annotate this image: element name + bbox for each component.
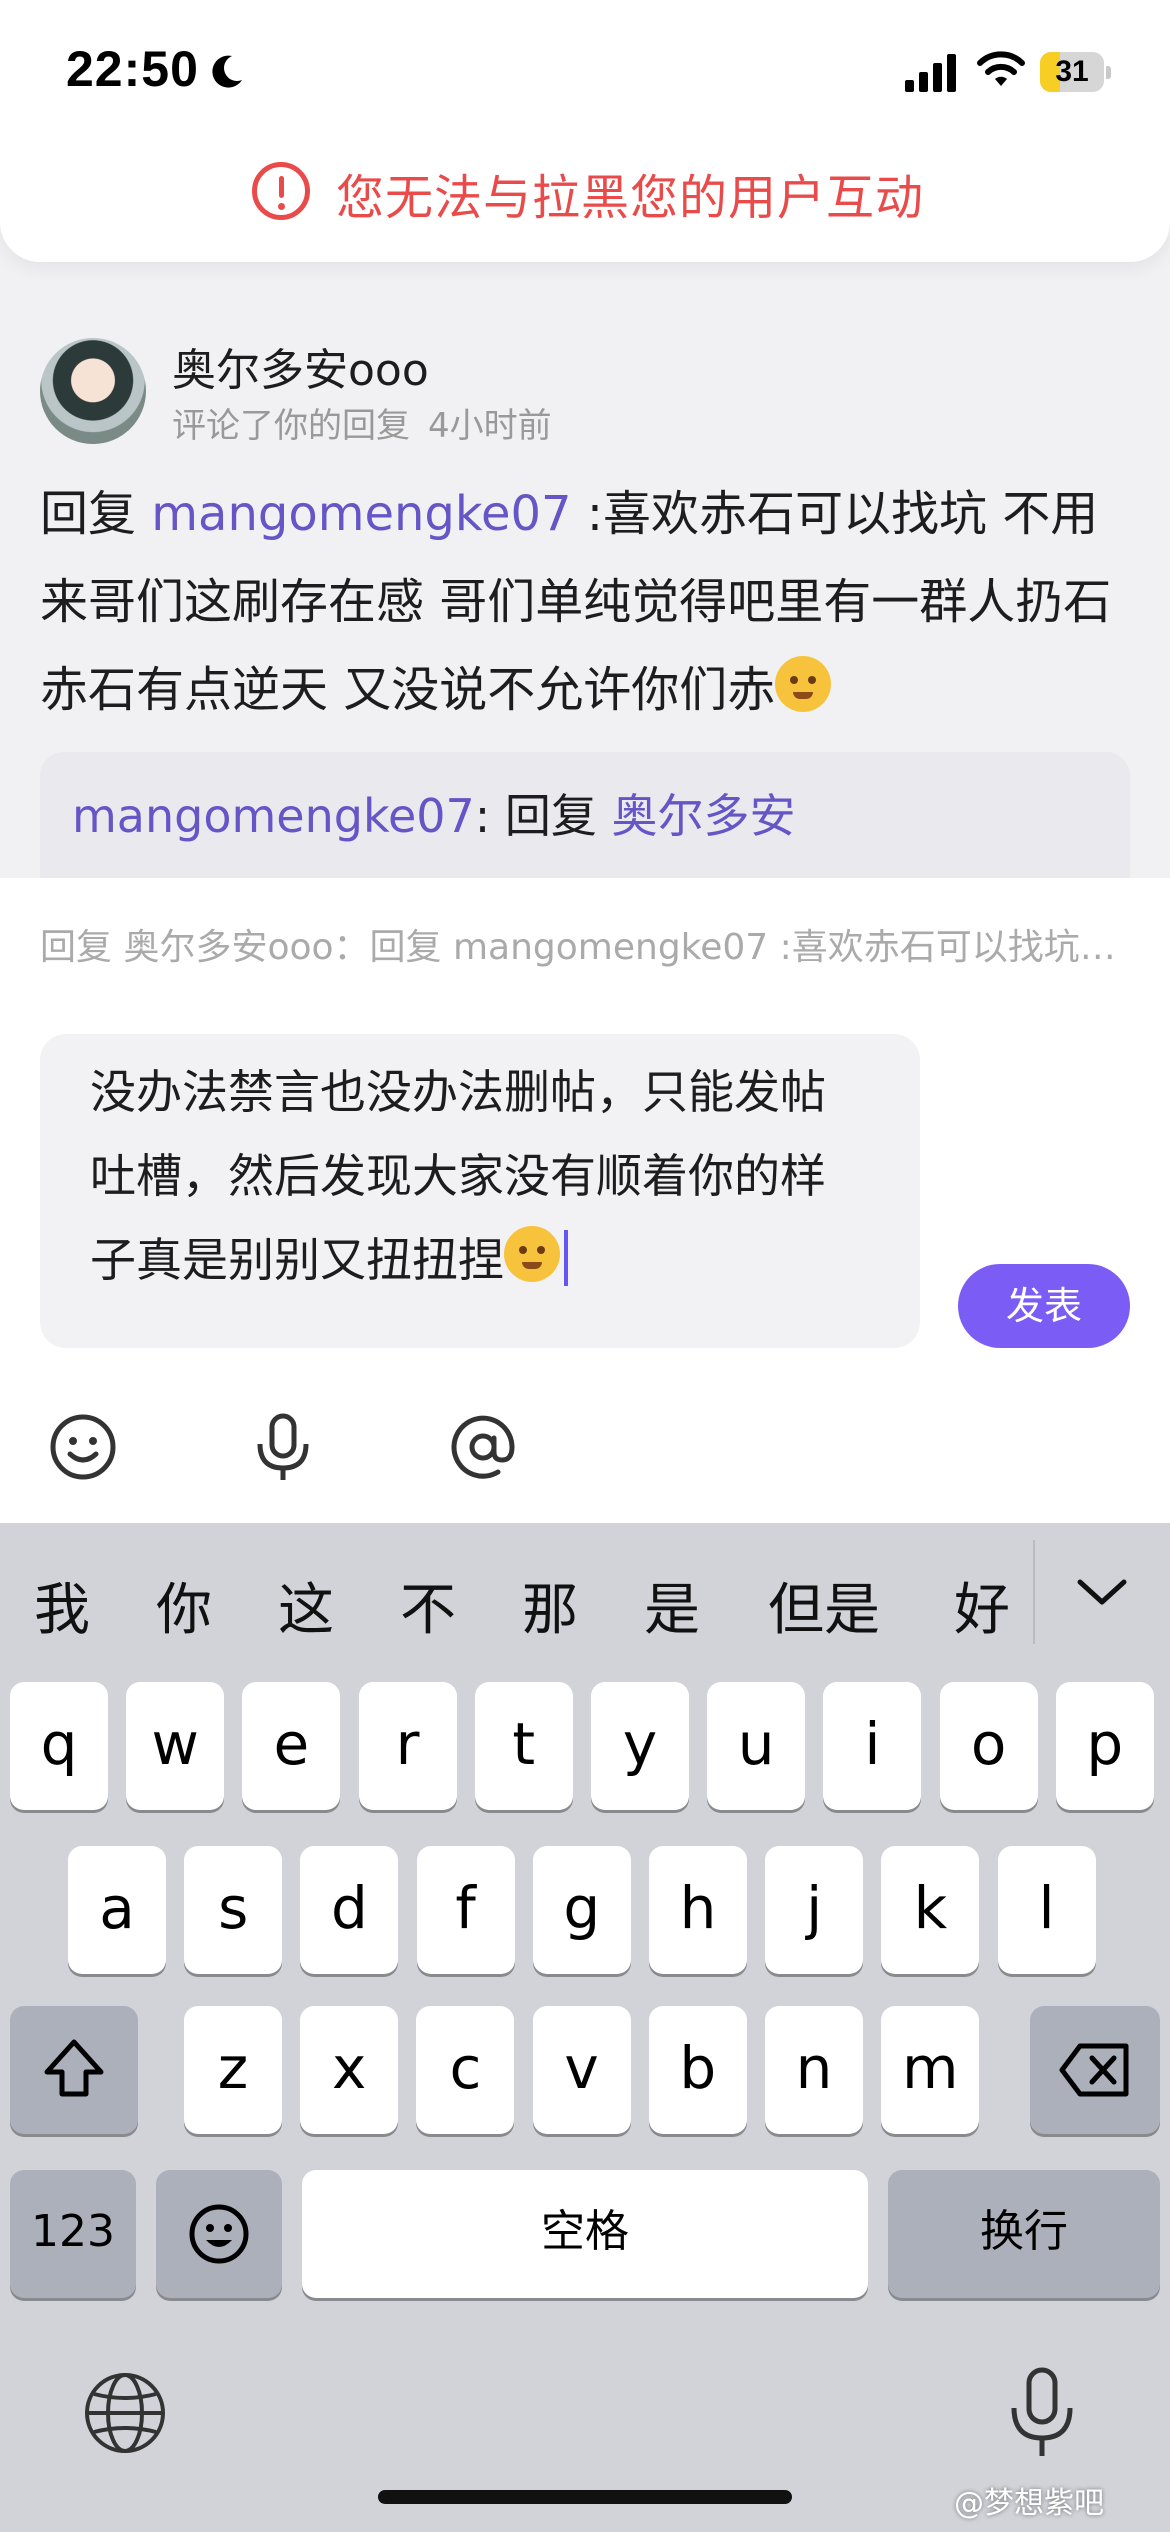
send-button[interactable]: 发表 bbox=[958, 1264, 1130, 1348]
key-b[interactable]: b bbox=[648, 2006, 747, 2134]
timestamp: 4小时前 bbox=[428, 406, 552, 446]
key-o[interactable]: o bbox=[939, 1682, 1038, 1810]
candidate-6[interactable]: 但是 bbox=[768, 1565, 880, 1646]
key-w[interactable]: w bbox=[126, 1682, 225, 1810]
emoji-icon bbox=[189, 2204, 249, 2264]
wifi-icon bbox=[977, 51, 1025, 86]
at-icon[interactable] bbox=[446, 1410, 520, 1484]
numbers-key[interactable]: 123 bbox=[10, 2170, 136, 2298]
key-d[interactable]: d bbox=[300, 1846, 399, 1974]
smiley-icon[interactable] bbox=[46, 1410, 120, 1484]
chevron-down-icon[interactable] bbox=[1074, 1572, 1130, 1612]
banner-message: 您无法与拉黑您的用户互动 bbox=[336, 170, 925, 226]
moon-icon bbox=[212, 55, 242, 88]
key-k[interactable]: k bbox=[881, 1846, 980, 1974]
key-h[interactable]: h bbox=[649, 1846, 747, 1974]
globe-icon[interactable] bbox=[82, 2370, 168, 2456]
laughing-emoji-icon bbox=[504, 1226, 560, 1282]
key-n[interactable]: n bbox=[765, 2006, 863, 2134]
key-l[interactable]: l bbox=[997, 1846, 1096, 1974]
space-key[interactable]: 空格 bbox=[302, 2170, 868, 2298]
candidate-4[interactable]: 那 bbox=[522, 1565, 578, 1646]
avatar[interactable] bbox=[40, 338, 146, 444]
quote-target[interactable]: 奥尔多安 bbox=[612, 789, 796, 843]
key-e[interactable]: e bbox=[242, 1682, 341, 1810]
emoji-key[interactable] bbox=[156, 2170, 282, 2298]
shift-icon bbox=[44, 2039, 104, 2097]
input-text: 没办法禁言也没办法删帖，只能发帖吐槽，然后发现大家没有顺着你的样子真是别别又扭扭… bbox=[90, 1065, 826, 1287]
key-y[interactable]: y bbox=[591, 1682, 689, 1810]
notification-meta: 评论了你的回复 4小时前 bbox=[172, 398, 570, 447]
return-key[interactable]: 换行 bbox=[888, 2170, 1160, 2298]
key-c[interactable]: c bbox=[416, 2006, 515, 2134]
quote-author[interactable]: mangomengke07 bbox=[72, 789, 475, 843]
candidate-2[interactable]: 这 bbox=[278, 1565, 334, 1646]
watermark: @梦想紫吧 bbox=[954, 2486, 1104, 2521]
key-r[interactable]: r bbox=[358, 1682, 457, 1810]
reply-input[interactable]: 没办法禁言也没办法删帖，只能发帖吐槽，然后发现大家没有顺着你的样子真是别别又扭扭… bbox=[40, 1034, 920, 1348]
dictation-microphone-icon[interactable] bbox=[1004, 2364, 1080, 2460]
key-p[interactable]: p bbox=[1055, 1682, 1154, 1810]
quote-sep: : 回复 bbox=[474, 789, 612, 843]
mention-link[interactable]: mangomengke07 bbox=[151, 486, 571, 542]
action-text: 评论了你的回复 bbox=[172, 406, 410, 446]
key-a[interactable]: a bbox=[68, 1846, 166, 1974]
battery-icon: 31 bbox=[1040, 52, 1112, 92]
candidate-separator bbox=[1033, 1540, 1035, 1644]
key-u[interactable]: u bbox=[707, 1682, 806, 1810]
thinking-emoji-icon bbox=[775, 656, 832, 712]
candidate-1[interactable]: 你 bbox=[156, 1565, 212, 1646]
key-t[interactable]: t bbox=[474, 1682, 573, 1810]
delete-key[interactable] bbox=[1030, 2006, 1160, 2134]
key-f[interactable]: f bbox=[416, 1846, 515, 1974]
key-j[interactable]: j bbox=[765, 1846, 864, 1974]
microphone-icon[interactable] bbox=[246, 1410, 320, 1484]
comment-body[interactable]: 回复 mangomengke07 :喜欢赤石可以找坑 不用来哥们这刷存在感 哥们… bbox=[40, 470, 1130, 734]
key-g[interactable]: g bbox=[532, 1846, 631, 1974]
key-q[interactable]: q bbox=[10, 1682, 108, 1810]
text-cursor bbox=[564, 1230, 568, 1286]
key-i[interactable]: i bbox=[823, 1682, 922, 1810]
key-v[interactable]: v bbox=[532, 2006, 631, 2134]
shift-key[interactable] bbox=[10, 2006, 138, 2134]
home-indicator bbox=[378, 2490, 792, 2504]
signal-icon bbox=[905, 54, 956, 92]
key-s[interactable]: s bbox=[184, 1846, 283, 1974]
key-z[interactable]: z bbox=[184, 2006, 282, 2134]
candidate-5[interactable]: 是 bbox=[644, 1565, 700, 1646]
status-time: 22:50 bbox=[66, 41, 199, 97]
key-m[interactable]: m bbox=[881, 2006, 980, 2134]
username[interactable]: 奥尔多安ooo bbox=[172, 334, 429, 398]
candidate-7[interactable]: 好 bbox=[954, 1565, 1010, 1646]
reply-hint: 回复 奥尔多安ooo：回复 mangomengke07 :喜欢赤石可以找坑 不用… bbox=[40, 927, 1120, 968]
reply-prefix: 回复 bbox=[40, 486, 152, 542]
candidate-0[interactable]: 我 bbox=[34, 1565, 90, 1646]
candidate-3[interactable]: 不 bbox=[400, 1565, 456, 1646]
backspace-icon bbox=[1059, 2043, 1129, 2097]
key-x[interactable]: x bbox=[300, 2006, 399, 2134]
warning-icon bbox=[252, 162, 310, 220]
